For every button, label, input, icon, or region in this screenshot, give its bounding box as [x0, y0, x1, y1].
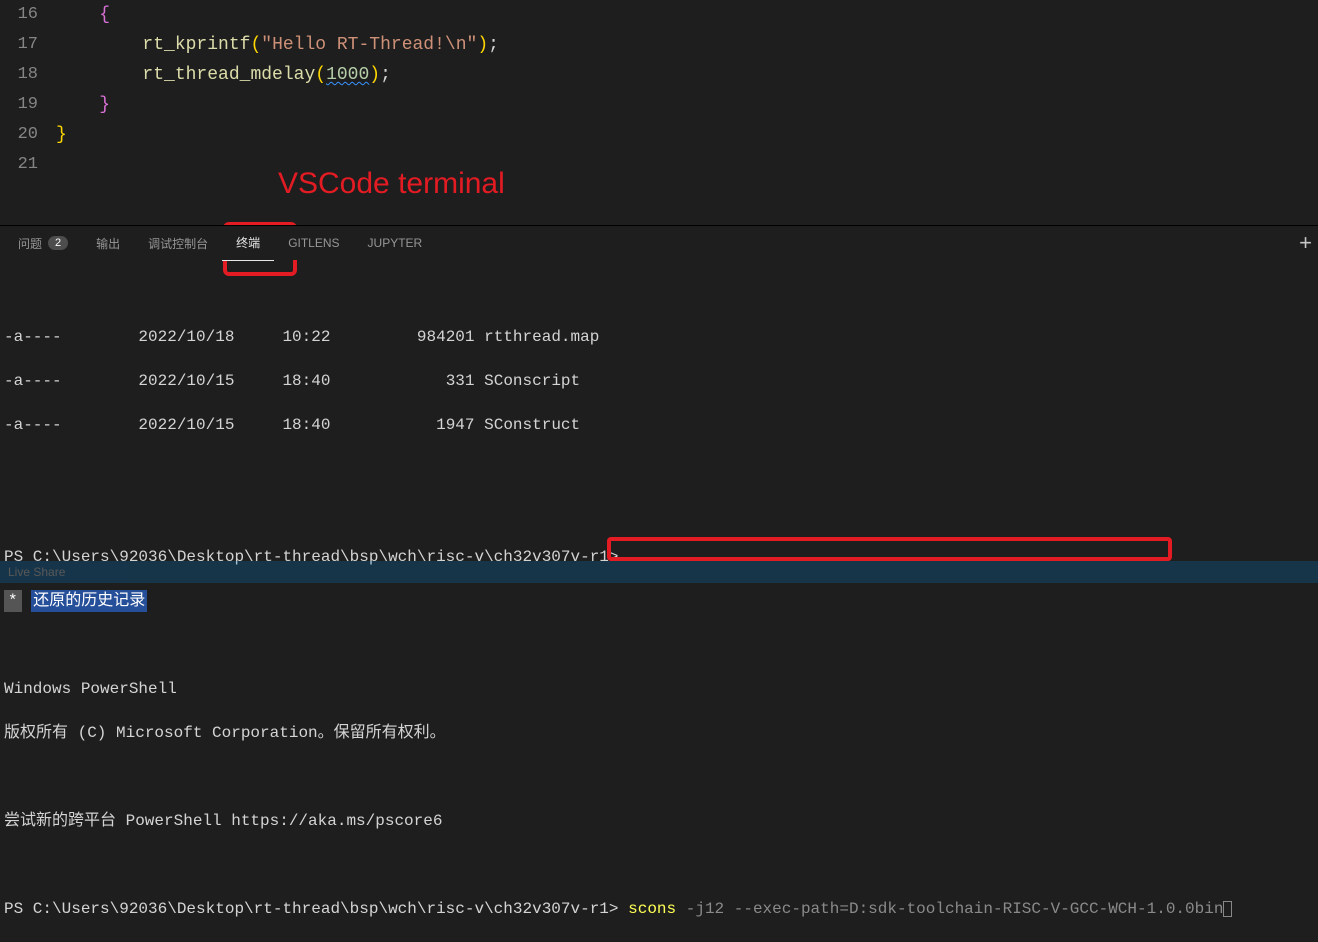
line-number: 17	[0, 30, 38, 60]
tab-problems[interactable]: 问题 2	[4, 226, 82, 261]
line-number-gutter: 16 17 18 19 20 21	[0, 0, 56, 225]
code-area[interactable]: { rt_kprintf("Hello RT-Thread!\n"); rt_t…	[56, 0, 1318, 225]
line-number: 16	[0, 0, 38, 30]
code-line[interactable]: rt_kprintf("Hello RT-Thread!\n");	[56, 30, 1318, 60]
tab-gitlens[interactable]: GITLENS	[274, 226, 353, 261]
tab-label: JUPYTER	[368, 236, 423, 250]
terminal-cursor	[1223, 901, 1232, 917]
terminal-row: -a---- 2022/10/18 10:22 984201 rtthread.…	[4, 326, 1318, 348]
panel-tab-bar: 问题 2 输出 调试控制台 终端 GITLENS JUPYTER +	[0, 225, 1318, 260]
terminal-blank	[4, 458, 1318, 480]
line-number: 18	[0, 60, 38, 90]
code-line[interactable]: {	[56, 0, 1318, 30]
tab-label: GITLENS	[288, 236, 339, 250]
status-live-share[interactable]: Live Share	[8, 565, 65, 579]
terminal-line: 尝试新的跨平台 PowerShell https://aka.ms/pscore…	[4, 810, 1318, 832]
terminal[interactable]: -a---- 2022/10/18 10:22 984201 rtthread.…	[0, 260, 1318, 565]
terminal-blank	[4, 282, 1318, 304]
line-number: 21	[0, 150, 38, 180]
add-panel-icon[interactable]: +	[1299, 230, 1312, 256]
line-number: 20	[0, 120, 38, 150]
status-bar[interactable]: Live Share	[0, 561, 1318, 583]
tab-label: 问题	[18, 235, 42, 252]
command-args: -j12 --exec-path=D:sdk-toolchain-RISC-V-…	[686, 900, 1224, 918]
tab-output[interactable]: 输出	[82, 226, 134, 261]
code-line[interactable]: }	[56, 120, 1318, 150]
tab-label: 输出	[96, 235, 120, 252]
terminal-blank	[4, 766, 1318, 788]
terminal-prompt-active[interactable]: PS C:\Users\92036\Desktop\rt-thread\bsp\…	[4, 898, 1318, 920]
command-executable: scons	[628, 900, 676, 918]
terminal-row: -a---- 2022/10/15 18:40 331 SConscript	[4, 370, 1318, 392]
terminal-blank	[4, 502, 1318, 524]
code-line[interactable]: }	[56, 90, 1318, 120]
terminal-history-marker: * 还原的历史记录	[4, 590, 1318, 612]
terminal-blank	[4, 854, 1318, 876]
tab-label: 终端	[236, 234, 260, 251]
tab-terminal[interactable]: 终端	[222, 226, 274, 261]
annotation-label: VSCode terminal	[278, 167, 505, 201]
terminal-blank	[4, 634, 1318, 656]
terminal-line: Windows PowerShell	[4, 678, 1318, 700]
tab-label: 调试控制台	[148, 235, 208, 252]
code-editor[interactable]: 16 17 18 19 20 21 { rt_kprintf("Hello RT…	[0, 0, 1318, 225]
tab-debug-console[interactable]: 调试控制台	[134, 226, 222, 261]
terminal-line: 版权所有 (C) Microsoft Corporation。保留所有权利。	[4, 722, 1318, 744]
tab-jupyter[interactable]: JUPYTER	[354, 226, 437, 261]
line-number: 19	[0, 90, 38, 120]
terminal-row: -a---- 2022/10/15 18:40 1947 SConstruct	[4, 414, 1318, 436]
code-line[interactable]: rt_thread_mdelay(1000);	[56, 60, 1318, 90]
problems-badge: 2	[48, 236, 68, 250]
